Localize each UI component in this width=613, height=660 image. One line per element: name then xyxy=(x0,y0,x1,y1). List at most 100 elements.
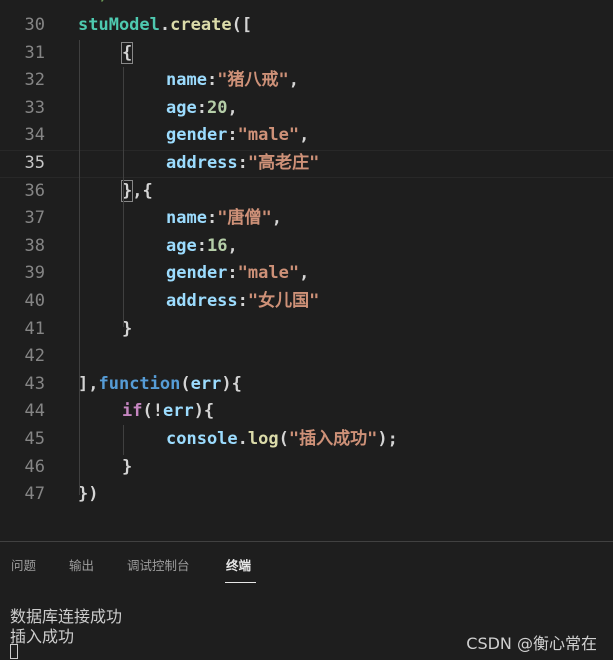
indent-guide xyxy=(123,67,124,327)
code-token: gender xyxy=(166,125,228,146)
code-token: ,{ xyxy=(132,180,153,201)
panel-tabs: 问题 输出 调试控制台 终端 xyxy=(0,542,613,586)
code-text: console.log("插入成功"); xyxy=(166,426,398,454)
code-text: },{ xyxy=(120,178,153,206)
code-token: name xyxy=(166,208,207,229)
code-text: if(!err){ xyxy=(122,398,214,426)
active-tab-indicator xyxy=(225,582,256,583)
code-line[interactable]: 37 name:"唐僧", xyxy=(0,205,613,233)
line-number: 42 xyxy=(24,346,45,367)
code-token: address xyxy=(166,153,238,173)
code-text: ],function(err){ xyxy=(78,371,242,399)
code-token: "male" xyxy=(237,125,300,146)
code-token: ( xyxy=(180,373,191,394)
code-token: address xyxy=(166,291,238,311)
code-line[interactable]: 34 gender:"male", xyxy=(0,122,613,150)
code-token: "唐僧" xyxy=(217,208,272,229)
code-token: 16 xyxy=(206,235,228,256)
code-token: err xyxy=(162,401,194,422)
line-number: 46 xyxy=(24,456,45,477)
code-token: function xyxy=(98,373,181,394)
code-line[interactable]: 36 },{ xyxy=(0,178,613,206)
code-token: ){ xyxy=(221,373,242,394)
partial-top-line: 29 / xyxy=(0,0,613,10)
bottom-panel: 问题 输出 调试控制台 终端 数据库连接成功 插入成功 CSDN @衡心常在 xyxy=(0,541,613,660)
line-number: 30 xyxy=(24,15,45,35)
line-number: 36 xyxy=(24,180,45,201)
code-text: name:"猪八戒", xyxy=(166,67,299,95)
code-line[interactable]: 30 stuModel.create([ xyxy=(0,12,613,40)
code-token: : xyxy=(206,70,218,91)
code-token: : xyxy=(237,291,248,311)
code-editor[interactable]: 29 / 30 stuModel.create([ 31 {32name:"猪八戒",… xyxy=(0,0,613,541)
line-number: 33 xyxy=(24,97,45,118)
code-line[interactable]: 46} xyxy=(0,454,613,482)
indent-guide xyxy=(79,40,80,495)
code-token: : xyxy=(227,263,238,284)
code-line[interactable]: 45 console.log("插入成功"); xyxy=(0,426,613,454)
code-token: , xyxy=(299,263,310,284)
code-line[interactable]: 39 gender:"male", xyxy=(0,260,613,288)
code-token: . xyxy=(237,429,248,449)
line-number: 39 xyxy=(24,263,45,284)
code-token: 20 xyxy=(206,97,228,118)
code-token: create xyxy=(170,15,232,35)
code-token: name xyxy=(166,70,207,91)
code-token: console xyxy=(166,429,238,449)
terminal-output-line: 插入成功 xyxy=(10,627,75,646)
code-text: address:"高老庄" xyxy=(166,151,319,177)
terminal-cursor xyxy=(10,644,18,659)
code-line[interactable]: 47}) xyxy=(0,481,613,509)
indent-guide xyxy=(123,425,124,455)
code-line[interactable]: 38 age:16, xyxy=(0,233,613,261)
code-text: age:16, xyxy=(166,233,238,261)
code-token: log xyxy=(247,429,279,449)
code-text: }) xyxy=(78,481,98,509)
code-token: "女儿国" xyxy=(247,291,320,311)
code-line[interactable]: 43 ],function(err){ xyxy=(0,371,613,399)
tab-output[interactable]: 输出 xyxy=(69,555,94,574)
code-line[interactable]: 32 name:"猪八戒", xyxy=(0,67,613,95)
code-token: "male" xyxy=(237,263,300,284)
code-token: , xyxy=(271,208,282,229)
code-token: ){ xyxy=(193,401,215,422)
code-line[interactable]: 44 if(!err){ xyxy=(0,398,613,426)
code-token: , xyxy=(288,70,299,91)
code-line[interactable]: 41} xyxy=(0,316,613,344)
tab-problems[interactable]: 问题 xyxy=(11,555,36,574)
line-number: 44 xyxy=(24,401,45,422)
code-text: gender:"male", xyxy=(166,122,309,150)
code-token: : xyxy=(227,125,238,146)
code-token: , xyxy=(227,97,238,118)
code-line[interactable]: 40 address:"女儿国" xyxy=(0,288,613,316)
line-number: 35 xyxy=(24,153,45,173)
code-line[interactable]: 31 { xyxy=(0,40,613,68)
line-number: 40 xyxy=(24,291,45,311)
tab-terminal[interactable]: 终端 xyxy=(226,555,251,574)
line-number: 38 xyxy=(24,235,45,256)
code-token: , xyxy=(299,125,310,146)
code-token: "插入成功" xyxy=(288,429,378,449)
line-number: 41 xyxy=(24,318,45,339)
tab-debug-console[interactable]: 调试控制台 xyxy=(127,555,190,574)
code-text: stuModel.create([ xyxy=(78,12,252,40)
code-token: : xyxy=(237,153,248,173)
code-text: } xyxy=(122,454,132,482)
code-token: }) xyxy=(78,484,99,505)
line-number: 31 xyxy=(24,42,45,63)
code-token: . xyxy=(159,15,171,35)
line-number: 47 xyxy=(24,484,45,505)
code-line[interactable]: 42 xyxy=(0,343,613,371)
line-number: 43 xyxy=(24,373,45,394)
code-token: "高老庄" xyxy=(247,153,320,173)
code-line[interactable]: 33 age:20, xyxy=(0,95,613,123)
code-text: / xyxy=(100,0,110,10)
code-token: gender xyxy=(166,263,228,284)
code-token: "猪八戒" xyxy=(217,70,289,91)
code-token: { xyxy=(120,41,134,64)
line-number: 29 xyxy=(0,0,45,10)
code-line[interactable]: 35 address:"高老庄" xyxy=(0,150,613,178)
line-number: 45 xyxy=(24,429,45,449)
code-token: (! xyxy=(142,401,163,422)
code-token: : xyxy=(206,208,218,229)
